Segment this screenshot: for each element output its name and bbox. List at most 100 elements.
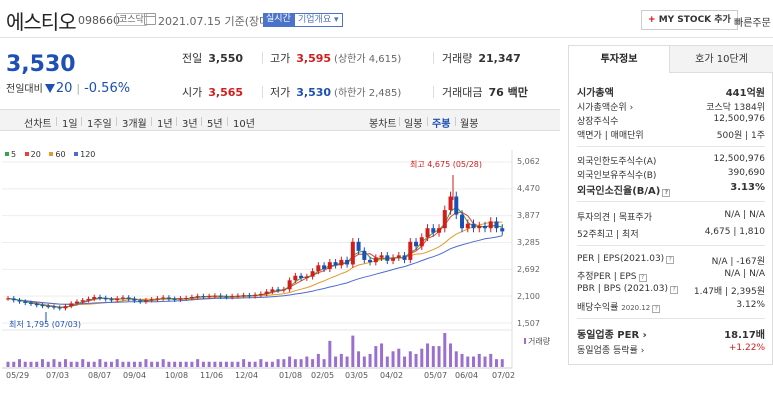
volume-bar [328,340,332,367]
volume-bar [29,361,33,367]
tab-3-months[interactable]: 3개월 [122,115,147,130]
stock-code: 098660 [78,14,120,27]
candle [247,295,252,297]
industry-change-row: 동일업종 등락률 › +1.22% [577,343,765,356]
stock-header: 에스티오 098660 코스닥 2021.07.15 기준(장마감) 실시간 기… [0,0,773,38]
candle [483,225,488,229]
candle [391,257,396,261]
my-stock-add-button[interactable]: + MY STOCK 추가 [641,10,738,30]
tab-1-week[interactable]: 1주일 [87,115,112,130]
volume-bar [184,361,188,367]
upper-limit: (상한가 4,615) [334,54,402,65]
x-tick-label: 02/05 [311,371,335,380]
volume-bar [190,361,194,367]
foreign-hold-row: 외국인보유주식수(B) 390,690 [577,168,765,181]
volume-bar [259,359,263,367]
company-overview-dropdown[interactable]: 기업개요 ▾ [294,13,343,27]
candle [189,297,194,299]
divider [577,245,765,246]
tab-candle-chart[interactable]: 봉차트 [369,115,397,130]
divider [151,117,152,126]
volume-legend-swatch [524,338,526,344]
candle [500,228,505,232]
tab-3-years[interactable]: 3년 [182,115,198,130]
volume-bar [408,351,412,367]
candle [316,265,321,272]
volume-bar [92,361,96,367]
candle [287,280,292,290]
down-arrow-icon [44,84,55,93]
investment-info-panel: 투자정보 호가 10단계 시가총액 441억원 시가총액순위 › 코스닥 1384위… [568,45,773,365]
candle [253,294,258,297]
est-per-value: N/A | N/A [724,269,765,279]
help-icon[interactable]: ? [670,286,679,294]
stock-name: 에스티오 [6,10,77,34]
foreign-limit-row: 외국인한도주식수(A) 12,500,976 [577,154,765,167]
divider: | [76,82,81,95]
volume-bar [219,361,223,367]
candle [74,301,79,304]
change-label: 전일대비 [6,84,43,95]
volume-bar [466,356,470,367]
volume-bar [109,361,113,367]
realtime-button[interactable]: 실시간 [263,13,294,27]
candle [120,297,125,299]
candle [396,255,401,258]
volume-bar [334,356,338,367]
volume-bar [276,359,280,367]
candle [270,289,275,292]
x-tick-label: 09/04 [123,371,147,380]
volume-bar [431,346,435,367]
tab-monthly[interactable]: 월봉 [460,115,478,130]
volume-bar [362,356,366,367]
volume-bar [391,351,395,367]
divider [262,86,263,98]
candle [92,297,97,299]
high-price: 고가 3,595 (상한가 4,615) [270,50,401,66]
quick-order-link[interactable]: 빠른주문 [734,14,771,29]
x-tick-label: 07/03 [46,371,70,380]
volume-bar [397,348,401,367]
candle [17,300,22,302]
y-tick-label: 2,692 [517,265,540,274]
volume-bar [224,361,228,367]
foreign-limit-value: 12,500,976 [713,154,765,164]
volume-bar [357,351,361,367]
candle [224,296,229,298]
tab-1-day[interactable]: 1일 [62,115,78,130]
volume-label: 거래량 [442,52,473,65]
volume-bar [35,361,39,367]
tab-1-year[interactable]: 1년 [157,115,173,130]
x-tick-label: 12/04 [235,371,259,380]
listed-shares-row: 상장주식수 12,500,976 [577,114,765,127]
volume-bar [213,361,217,367]
tab-line-chart[interactable]: 선차트 [24,115,52,130]
trade-amount: 거래대금 76 백만 [442,84,528,100]
candle [299,275,304,279]
x-tick-label: 10/08 [165,371,189,380]
help-icon[interactable]: ? [652,305,661,313]
low-label: 저가 [270,86,291,99]
help-icon[interactable]: ? [638,274,647,282]
candle [362,250,367,260]
tab-10-years[interactable]: 10년 [233,115,255,130]
min-price-annotation: 최저 1,795 (07/03) [9,320,82,329]
candle [431,228,436,233]
tab-5-years[interactable]: 5년 [207,115,223,130]
volume-bar [288,356,292,367]
help-icon[interactable]: ? [666,256,675,264]
help-icon[interactable]: ? [662,189,671,197]
candle [258,293,263,295]
volume-bar [368,353,372,367]
divider [227,117,228,126]
tab-order-book[interactable]: 호가 10단계 [669,46,773,73]
industry-change-value: +1.22% [728,343,765,353]
volume-bar [380,343,384,367]
y-tick-label: 3,285 [517,238,540,247]
tab-daily[interactable]: 일봉 [404,115,422,130]
volume-bar [17,359,21,367]
volume-bar [282,359,286,367]
tab-investment-info[interactable]: 투자정보 [569,46,669,73]
tab-weekly[interactable]: 주봉 [432,115,450,130]
price-chart[interactable] [0,140,560,372]
